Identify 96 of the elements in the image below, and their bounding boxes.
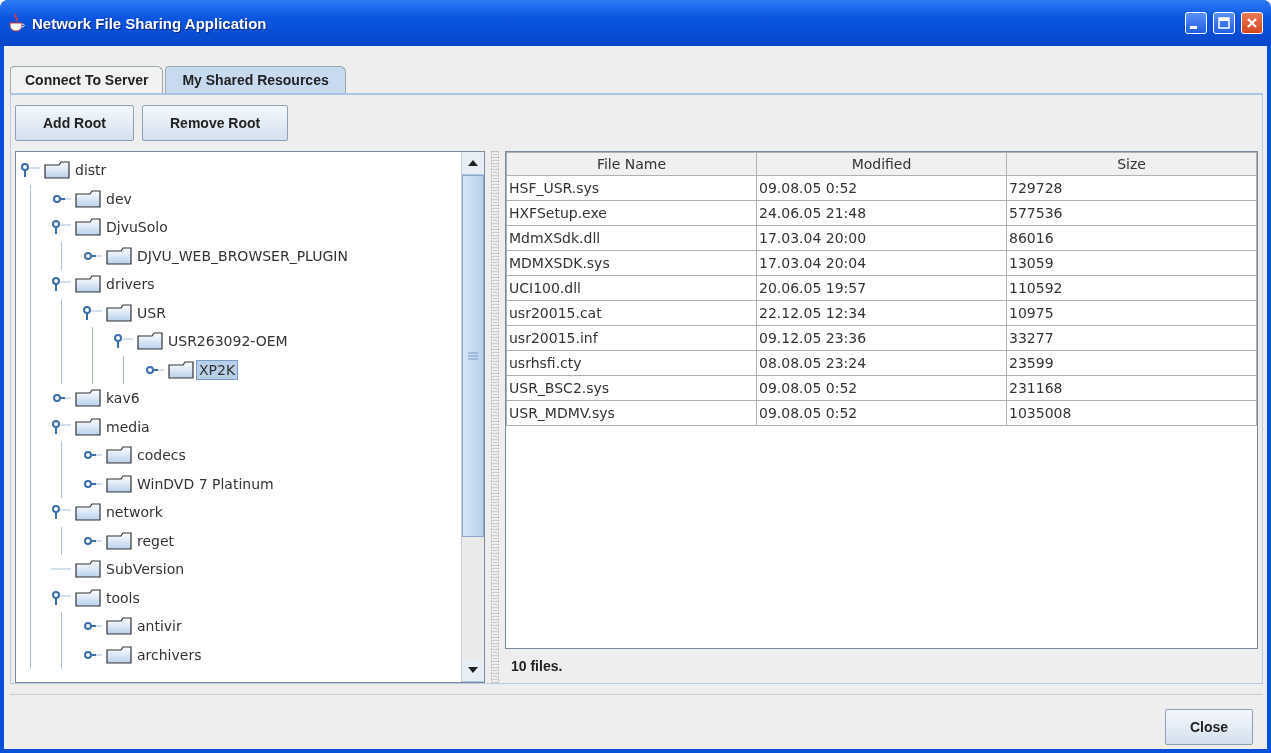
maximize-button[interactable] <box>1213 12 1235 34</box>
table-cell: HXFSetup.exe <box>506 200 757 226</box>
expanded-handle-icon[interactable] <box>51 505 73 520</box>
folder-icon <box>106 303 132 322</box>
close-button[interactable] <box>1241 12 1263 34</box>
tree-item[interactable]: kav6 <box>103 388 143 409</box>
column-header[interactable]: File Name <box>506 152 757 176</box>
tree-item[interactable]: WinDVD 7 Platinum <box>134 473 277 494</box>
folder-icon <box>75 189 101 208</box>
tab[interactable]: My Shared Resources <box>165 66 346 93</box>
window-title: Network File Sharing Application <box>32 14 268 32</box>
folder-icon <box>168 360 194 379</box>
folder-icon <box>106 246 132 265</box>
table-cell: 110592 <box>1006 275 1257 301</box>
table-cell: 23599 <box>1006 350 1257 376</box>
folder-icon <box>75 389 101 408</box>
folder-icon <box>137 332 163 351</box>
table-cell: MDMXSDK.sys <box>506 250 757 276</box>
tree-item[interactable]: codecs <box>134 445 189 466</box>
folder-icon <box>75 417 101 436</box>
table-cell: 231168 <box>1006 375 1257 401</box>
table-cell: 24.06.05 21:48 <box>756 200 1007 226</box>
table-cell: 10975 <box>1006 300 1257 326</box>
tree-item[interactable]: distr <box>72 160 110 181</box>
table-cell: 33277 <box>1006 325 1257 351</box>
tree-item[interactable]: network <box>103 502 166 523</box>
minimize-button[interactable] <box>1185 12 1207 34</box>
table-cell: 09.12.05 23:36 <box>756 325 1007 351</box>
table-cell: 20.06.05 19:57 <box>756 275 1007 301</box>
table-cell: 86016 <box>1006 225 1257 251</box>
table-cell: 09.08.05 0:52 <box>756 175 1007 201</box>
tab[interactable]: Connect To Server <box>10 66 164 93</box>
table-cell: 17.03.04 20:00 <box>756 225 1007 251</box>
folder-icon <box>106 446 132 465</box>
table-cell: 08.08.05 23:24 <box>756 350 1007 376</box>
column-header[interactable]: Modified <box>756 152 1007 176</box>
tree-item[interactable]: USR <box>134 302 169 323</box>
tree-item[interactable]: DJVU_WEB_BROWSER_PLUGIN <box>134 245 351 266</box>
tree-item[interactable]: archivers <box>134 644 205 665</box>
folder-icon <box>75 503 101 522</box>
scrollbar[interactable] <box>461 152 484 682</box>
toolbar-button[interactable]: Remove Root <box>142 105 289 141</box>
close-dialog-button[interactable]: Close <box>1164 709 1253 745</box>
table-cell: 577536 <box>1006 200 1257 226</box>
table-cell: UCI100.dll <box>506 275 757 301</box>
connector-line <box>51 568 72 570</box>
status-text: 10 files. <box>510 657 564 676</box>
down-arrow-icon[interactable] <box>468 667 478 673</box>
folder-icon <box>106 645 132 664</box>
expanded-handle-icon[interactable] <box>113 334 135 349</box>
expanded-handle-icon[interactable] <box>51 220 73 235</box>
table-cell: 17.03.04 20:04 <box>756 250 1007 276</box>
column-header[interactable]: Size <box>1006 152 1257 176</box>
expanded-handle-icon[interactable] <box>51 590 73 605</box>
expanded-handle-icon[interactable] <box>51 419 73 434</box>
table-cell: usrhsfi.cty <box>506 350 757 376</box>
folder-icon <box>106 617 132 636</box>
table-cell: 09.08.05 0:52 <box>756 375 1007 401</box>
up-arrow-icon[interactable] <box>468 160 478 166</box>
tree-item[interactable]: antivir <box>134 616 185 637</box>
table-cell: usr20015.inf <box>506 325 757 351</box>
tree-item[interactable]: reget <box>134 530 178 551</box>
table-cell: usr20015.cat <box>506 300 757 326</box>
table-cell: HSF_USR.sys <box>506 175 757 201</box>
tree-item[interactable]: USR263092-OEM <box>165 331 291 352</box>
tree-item[interactable]: dev <box>103 188 135 209</box>
expanded-handle-icon[interactable] <box>82 305 104 320</box>
toolbar-button[interactable]: Add Root <box>15 105 134 141</box>
coffee-cup-icon <box>8 13 26 33</box>
folder-icon <box>44 161 70 180</box>
table-cell: MdmXSdk.dll <box>506 225 757 251</box>
table-cell: 09.08.05 0:52 <box>756 400 1007 426</box>
tree-item[interactable]: tools <box>103 587 143 608</box>
minimize-icon <box>1190 25 1197 29</box>
tree-item[interactable]: SubVersion <box>103 559 188 580</box>
table-cell: 13059 <box>1006 250 1257 276</box>
folder-icon <box>75 560 101 579</box>
close-icon <box>1246 17 1258 29</box>
table-cell: USR_BSC2.sys <box>506 375 757 401</box>
tree-item[interactable]: DjvuSolo <box>103 217 171 238</box>
maximize-icon <box>1218 17 1230 29</box>
folder-icon <box>75 588 101 607</box>
tree-item[interactable]: media <box>103 416 153 437</box>
table-cell: USR_MDMV.sys <box>506 400 757 426</box>
folder-icon <box>106 531 132 550</box>
expanded-handle-icon[interactable] <box>51 277 73 292</box>
expanded-handle-icon[interactable] <box>20 163 42 178</box>
tree-item[interactable]: drivers <box>103 274 158 295</box>
table-cell: 22.12.05 12:34 <box>756 300 1007 326</box>
table-cell: 729728 <box>1006 175 1257 201</box>
grip-icon <box>468 352 478 360</box>
folder-icon <box>75 218 101 237</box>
folder-icon <box>75 275 101 294</box>
tree-item[interactable]: XP2K <box>196 359 239 380</box>
table-cell: 1035008 <box>1006 400 1257 426</box>
folder-icon <box>106 474 132 493</box>
